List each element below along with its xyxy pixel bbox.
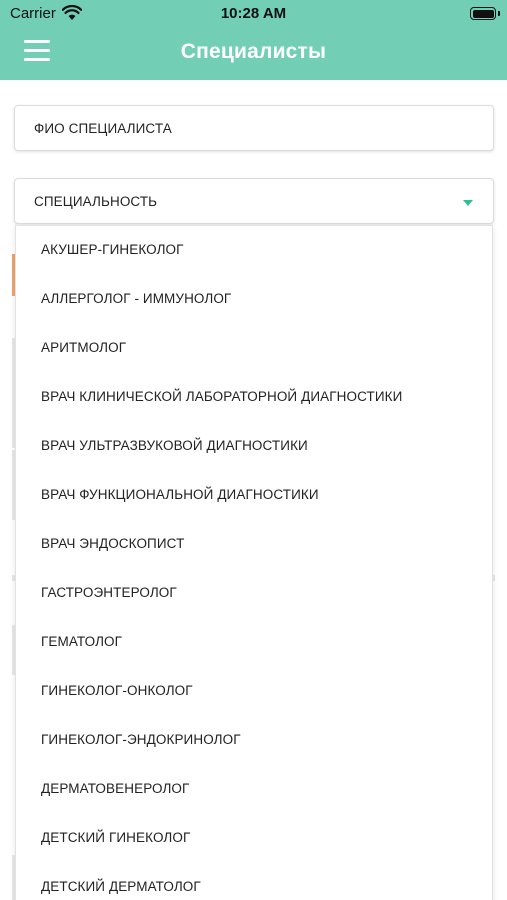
- specialty-select-label: СПЕЦИАЛЬНОСТЬ: [34, 194, 158, 209]
- specialty-option[interactable]: ВРАЧ ЭНДОСКОПИСТ: [16, 520, 492, 569]
- specialty-option[interactable]: ГИНЕКОЛОГ-ОНКОЛОГ: [16, 667, 492, 716]
- background-card-edge: [493, 575, 495, 581]
- battery-icon: [470, 7, 496, 20]
- specialty-option-label: ГЕМАТОЛОГ: [41, 634, 123, 649]
- status-bar: Carrier 10:28 AM: [0, 0, 507, 28]
- specialty-option[interactable]: ДЕРМАТОВЕНЕРОЛОГ: [16, 765, 492, 814]
- specialty-option[interactable]: ВРАЧ КЛИНИЧЕСКОЙ ЛАБОРАТОРНОЙ ДИАГНОСТИК…: [16, 373, 492, 422]
- battery-cap: [498, 11, 500, 16]
- specialty-option-label: ДЕРМАТОВЕНЕРОЛОГ: [41, 781, 190, 796]
- specialty-option-label: ВРАЧ ЭНДОСКОПИСТ: [41, 536, 185, 551]
- specialty-option[interactable]: ВРАЧ ФУНКЦИОНАЛЬНОЙ ДИАГНОСТИКИ: [16, 471, 492, 520]
- app-header: Carrier 10:28 AM Специалисты: [0, 0, 507, 80]
- specialty-dropdown-list[interactable]: АКУШЕР-ГИНЕКОЛОГ АЛЛЕРГОЛОГ - ИММУНОЛОГ АР…: [15, 225, 493, 900]
- specialty-option-label: ДЕТСКИЙ ГИНЕКОЛОГ: [41, 830, 191, 845]
- specialty-option-label: АКУШЕР-ГИНЕКОЛОГ: [41, 242, 184, 257]
- specialist-name-placeholder: ФИО СПЕЦИАЛИСТА: [34, 121, 172, 136]
- specialty-option-label: ГАСТРОЭНТЕРОЛОГ: [41, 585, 177, 600]
- specialty-option[interactable]: ГЕМАТОЛОГ: [16, 618, 492, 667]
- specialty-option[interactable]: АЛЛЕРГОЛОГ - ИММУНОЛОГ: [16, 275, 492, 324]
- specialty-option-label: ВРАЧ УЛЬТРАЗВУКОВОЙ ДИАГНОСТИКИ: [41, 438, 308, 453]
- specialty-option-label: ВРАЧ ФУНКЦИОНАЛЬНОЙ ДИАГНОСТИКИ: [41, 487, 319, 502]
- page-title: Специалисты: [180, 40, 327, 63]
- specialty-option-label: ГИНЕКОЛОГ-ЭНДОКРИНОЛОГ: [41, 732, 241, 747]
- clock: 10:28 AM: [220, 5, 287, 22]
- specialty-option[interactable]: ГАСТРОЭНТЕРОЛОГ: [16, 569, 492, 618]
- specialist-name-input[interactable]: ФИО СПЕЦИАЛИСТА: [14, 105, 494, 151]
- specialty-option-label: ДЕТСКИЙ ДЕРМАТОЛОГ: [41, 879, 201, 894]
- specialty-option[interactable]: ВРАЧ УЛЬТРАЗВУКОВОЙ ДИАГНОСТИКИ: [16, 422, 492, 471]
- specialty-option[interactable]: ГИНЕКОЛОГ-ЭНДОКРИНОЛОГ: [16, 716, 492, 765]
- specialty-option[interactable]: ДЕТСКИЙ ГИНЕКОЛОГ: [16, 814, 492, 863]
- specialty-select[interactable]: СПЕЦИАЛЬНОСТЬ: [14, 178, 494, 224]
- specialty-option-label: АРИТМОЛОГ: [41, 340, 127, 355]
- specialty-option-label: АЛЛЕРГОЛОГ - ИММУНОЛОГ: [41, 291, 232, 306]
- specialty-option[interactable]: АКУШЕР-ГИНЕКОЛОГ: [16, 226, 492, 275]
- caret-down-icon: [463, 200, 473, 206]
- specialty-option[interactable]: ДЕТСКИЙ ДЕРМАТОЛОГ: [16, 863, 492, 900]
- specialty-option-label: ВРАЧ КЛИНИЧЕСКОЙ ЛАБОРАТОРНОЙ ДИАГНОСТИК…: [41, 389, 403, 404]
- specialty-option-label: ГИНЕКОЛОГ-ОНКОЛОГ: [41, 683, 193, 698]
- specialty-option[interactable]: АРИТМОЛОГ: [16, 324, 492, 373]
